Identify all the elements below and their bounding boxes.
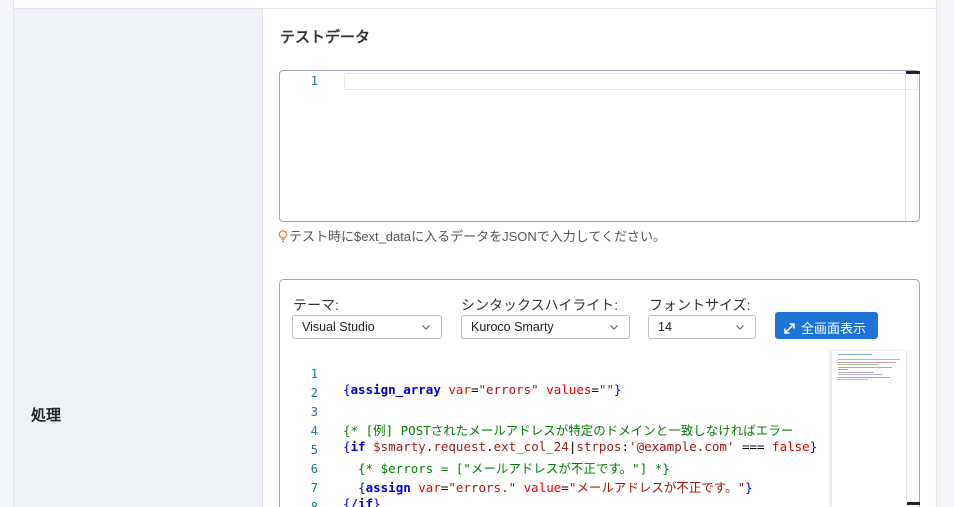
hint-text: テスト時に$ext_dataに入るデータをJSONで入力してください。 [289,229,666,244]
fullscreen-button-label: 全画面表示 [801,321,867,336]
theme-select[interactable]: Visual Studio [292,315,442,339]
code-text: {/if} [343,496,381,507]
font-size-select[interactable]: 14 [648,315,756,339]
code-line: 3 {* [例] POSTされたメールアドレスが特定のドメインと一致しなければエ… [280,390,794,438]
code-text: {* $errors = ["メールアドレスが不正です。"] *} [343,461,670,476]
code-line: 8 {assign var="member_group_id" value="1… [280,485,318,507]
code-minimap[interactable] [832,351,906,507]
code-line: 1 {assign_array var="errors" values=""} [280,352,622,397]
row-label: 処理 [31,407,62,424]
font-size-select-value: 14 [658,320,672,334]
chevron-down-icon [610,325,618,330]
test-data-editor[interactable]: 1 [279,70,920,222]
label-column [14,9,263,507]
code-text: {* [例] POSTされたメールアドレスが特定のドメインと一致しなければエラー [343,423,794,438]
current-line-highlight [344,73,918,90]
lightbulb-icon [278,230,288,243]
code-line: 6 {assign var="errors." value="メールアドレスが不… [280,447,753,495]
syntax-select-value: Kuroco Smarty [471,320,554,334]
syntax-select[interactable]: Kuroco Smarty [461,315,630,339]
theme-label: テーマ: [293,297,339,313]
test-data-title: テストデータ [280,29,371,46]
expand-icon [784,323,795,334]
test-data-hint: テスト時に$ext_dataに入るデータをJSONで入力してください。 [278,226,666,245]
code-line: 7 {/if} [280,466,381,507]
chevron-down-icon [736,325,744,330]
syntax-label: シンタックスハイライト: [461,297,619,313]
code-text: {assign_array var="errors" values=""} [343,382,622,397]
code-scrollbar[interactable] [906,351,920,507]
code-line: 2 [280,371,318,400]
code-text: {if $smarty.request.ext_col_24|strpos:'@… [343,439,818,454]
line-number: 8 [310,500,318,507]
code-editor[interactable]: 1 {assign_array var="errors" values=""} … [280,350,832,507]
editor-scrollbar[interactable] [905,71,920,221]
font-size-label: フォントサイズ: [649,297,751,313]
code-line: 4 {if $smarty.request.ext_col_24|strpos:… [280,409,817,454]
code-line: 5 {* $errors = ["メールアドレスが不正です。"] *} [280,428,670,476]
fullscreen-button[interactable]: 全画面表示 [775,312,878,339]
code-text: {assign var="errors." value="メールアドレスが不正で… [358,480,753,495]
theme-select-value: Visual Studio [302,320,375,334]
chevron-down-icon [422,325,430,330]
scrollbar-thumb[interactable] [907,502,920,505]
line-number: 1 [310,74,318,88]
